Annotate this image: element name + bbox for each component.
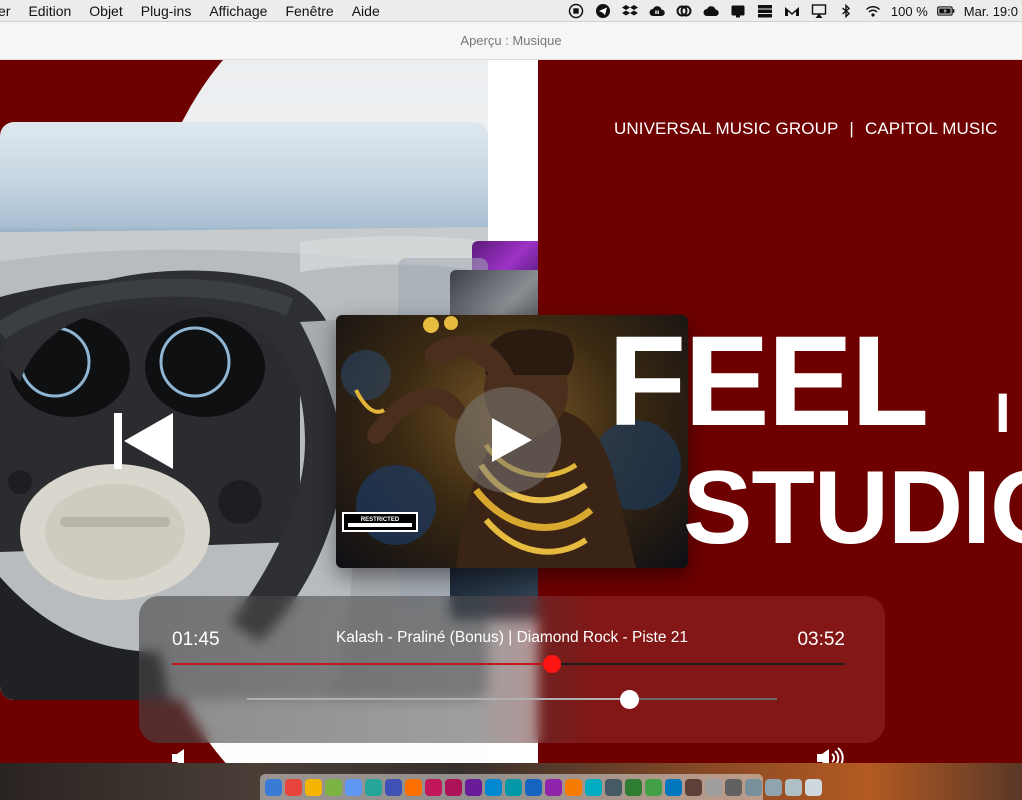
music-page: RESTRICTED UNIVERSAL MUSIC GROUP | CAPITOL… xyxy=(0,60,1022,763)
archive-icon[interactable] xyxy=(756,3,774,19)
label-universal[interactable]: UNIVERSAL MUSIC GROUP xyxy=(614,119,838,138)
previous-track-icon xyxy=(114,413,173,469)
volume-low-icon[interactable] xyxy=(170,747,194,763)
app-menus: er Edition Objet Plug-ins Affichage Fenê… xyxy=(0,3,389,19)
label-capitol[interactable]: CAPITOL MUSIC xyxy=(865,119,998,138)
dock-app-icon[interactable] xyxy=(365,778,382,796)
cloud-icon[interactable] xyxy=(702,3,720,19)
record-icon[interactable] xyxy=(567,3,585,19)
progress-fill xyxy=(172,663,553,665)
label-separator: | xyxy=(849,119,854,138)
menu-edition[interactable]: Edition xyxy=(19,3,80,19)
dock-app-icon[interactable] xyxy=(605,778,622,796)
dock-app-icon[interactable] xyxy=(285,778,302,796)
dock-app-icon[interactable] xyxy=(505,778,522,796)
dock-app-icon[interactable] xyxy=(625,778,642,796)
menu-affichage[interactable]: Affichage xyxy=(200,3,276,19)
dock-app-icon[interactable] xyxy=(765,778,782,796)
creative-cloud-icon[interactable] xyxy=(675,3,693,19)
dock xyxy=(260,774,822,800)
dock-app-icon[interactable] xyxy=(685,778,702,796)
dock-app-icon[interactable] xyxy=(725,778,742,796)
previous-track-button[interactable] xyxy=(112,409,176,473)
battery-icon[interactable] xyxy=(936,3,955,19)
dock-app-icon[interactable] xyxy=(485,778,502,796)
menu-bar: er Edition Objet Plug-ins Affichage Fenê… xyxy=(0,0,1022,22)
status-area: 100 % Mar. 19:0 xyxy=(567,0,1022,22)
menu-aide[interactable]: Aide xyxy=(343,3,389,19)
dock-app-icon[interactable] xyxy=(345,778,362,796)
label-names: UNIVERSAL MUSIC GROUP | CAPITOL MUSIC xyxy=(614,119,998,139)
telegram-icon[interactable] xyxy=(594,3,612,19)
dock-app-icon[interactable] xyxy=(745,778,762,796)
mail-m-icon[interactable] xyxy=(783,3,801,19)
dock-app-icon[interactable] xyxy=(645,778,662,796)
dock-app-icon[interactable] xyxy=(805,778,822,796)
dock-app-icon[interactable] xyxy=(445,778,462,796)
headline-fragment: I xyxy=(995,381,1011,444)
dock-app-icon[interactable] xyxy=(665,778,682,796)
window-title: Aperçu : Musique xyxy=(460,33,562,48)
total-time: 03:52 xyxy=(797,629,845,650)
play-icon xyxy=(491,418,532,462)
notification-icon[interactable] xyxy=(729,3,747,19)
volume-high-icon[interactable] xyxy=(815,746,845,763)
dock-app-icon[interactable] xyxy=(705,778,722,796)
dock-app-icon[interactable] xyxy=(425,778,442,796)
bluetooth-icon[interactable] xyxy=(837,3,855,19)
play-button[interactable] xyxy=(455,387,561,493)
menu-file[interactable]: er xyxy=(0,3,19,19)
airplay-icon[interactable] xyxy=(810,3,828,19)
menu-plugins[interactable]: Plug-ins xyxy=(132,3,201,19)
progress-handle[interactable] xyxy=(543,655,562,673)
dock-app-icon[interactable] xyxy=(385,778,402,796)
dock-app-icon[interactable] xyxy=(585,778,602,796)
volume-fill xyxy=(247,698,629,700)
progress-bar[interactable] xyxy=(172,655,845,673)
volume-slider[interactable] xyxy=(247,690,777,709)
dock-app-icon[interactable] xyxy=(405,778,422,796)
cloud-pause-icon[interactable] xyxy=(648,3,666,19)
window-titlebar[interactable]: Aperçu : Musique xyxy=(0,22,1022,60)
dock-app-icon[interactable] xyxy=(525,778,542,796)
menu-fenetre[interactable]: Fenêtre xyxy=(276,3,342,19)
dock-app-icon[interactable] xyxy=(565,778,582,796)
dock-app-icon[interactable] xyxy=(305,778,322,796)
dock-app-icon[interactable] xyxy=(325,778,342,796)
track-title: Kalash - Praliné (Bonus) | Diamond Rock … xyxy=(335,629,689,646)
dock-app-icon[interactable] xyxy=(465,778,482,796)
dropbox-icon[interactable] xyxy=(621,3,639,19)
dock-app-icon[interactable] xyxy=(265,778,282,796)
audio-player: 01:45 Kalash - Praliné (Bonus) | Diamond… xyxy=(139,596,885,763)
dock-app-icon[interactable] xyxy=(545,778,562,796)
dock-app-icon[interactable] xyxy=(785,778,802,796)
headline-feel: FEEL xyxy=(608,310,929,453)
menubar-clock[interactable]: Mar. 19:0 xyxy=(964,4,1018,19)
volume-handle[interactable] xyxy=(619,690,639,709)
headline-studio: STUDIO xyxy=(683,450,1022,566)
restricted-badge: RESTRICTED xyxy=(361,517,400,523)
battery-percent: 100 % xyxy=(890,3,928,19)
wifi-icon[interactable] xyxy=(864,3,882,19)
menu-objet[interactable]: Objet xyxy=(80,3,131,19)
